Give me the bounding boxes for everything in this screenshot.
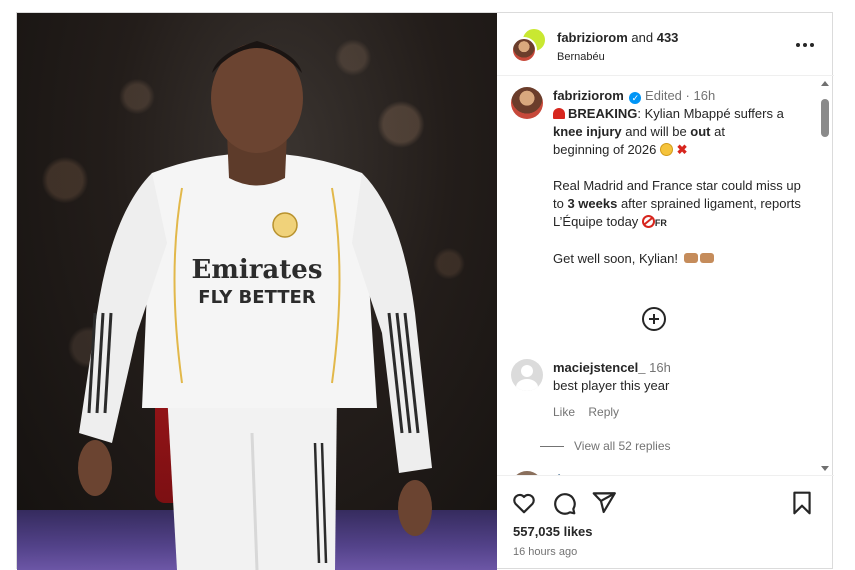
scroll-up-arrow-icon[interactable] bbox=[821, 81, 829, 86]
caption-time[interactable]: 16h bbox=[694, 88, 716, 103]
load-more-comments-plus-circle-icon[interactable] bbox=[642, 307, 666, 331]
caption-3-weeks: 3 weeks bbox=[567, 196, 618, 211]
comment-actions: Like Reply bbox=[553, 403, 803, 421]
caption-line1: : Kylian Mbappé suffers a bbox=[637, 106, 784, 121]
caption-separator: · bbox=[685, 88, 690, 103]
instagram-post: Emirates FLY BETTER fabriziorom and 433 … bbox=[16, 12, 834, 570]
scrollbar-thumb[interactable] bbox=[821, 99, 829, 137]
caption-breaking: BREAKING bbox=[568, 106, 638, 121]
comments-scrollbar[interactable] bbox=[820, 81, 830, 471]
avatar[interactable] bbox=[511, 359, 543, 391]
post-timestamp[interactable]: 16 hours ago bbox=[513, 546, 577, 558]
player-illustration: Emirates FLY BETTER bbox=[78, 41, 432, 570]
caption-text: BREAKING: Kylian Mbappé suffers a knee i… bbox=[553, 105, 811, 268]
fist-bump-icon bbox=[699, 253, 714, 263]
verified-badge-icon: ✓ bbox=[629, 92, 642, 104]
caption-username[interactable]: fabriziorom bbox=[553, 88, 624, 103]
comment-username[interactable]: maciejstencel_ bbox=[553, 360, 646, 375]
paper-plane-icon[interactable] bbox=[591, 490, 617, 516]
action-bar bbox=[511, 490, 816, 518]
comment-reply-button[interactable]: Reply bbox=[588, 405, 619, 419]
comment-body: maciejstencel_ 16h best player this year… bbox=[553, 359, 803, 421]
header-and: and bbox=[627, 30, 657, 45]
header-text: fabriziorom and 433 Bernabéu bbox=[557, 30, 678, 63]
caption-body: fabriziorom ✓ Edited · 16h BREAKING: Kyl… bbox=[553, 87, 811, 268]
header-location[interactable]: Bernabéu bbox=[557, 51, 678, 63]
header-username[interactable]: fabriziorom bbox=[557, 30, 628, 45]
cross-mark-icon: ✖ bbox=[676, 142, 688, 157]
comment-icon[interactable] bbox=[551, 490, 577, 516]
shirt-sponsor-line1: Emirates bbox=[192, 255, 323, 285]
more-options-icon[interactable] bbox=[796, 36, 816, 54]
fist-bump-icon bbox=[683, 253, 698, 263]
comment-like-button[interactable]: Like bbox=[553, 405, 575, 419]
heart-icon[interactable] bbox=[511, 490, 537, 516]
caption-edited: Edited bbox=[645, 88, 682, 103]
avatar-fabriziorom[interactable] bbox=[511, 37, 537, 63]
no-entry-icon bbox=[641, 215, 655, 228]
likes-count[interactable]: 557,035 likes bbox=[513, 524, 593, 539]
post-header: fabriziorom and 433 Bernabéu bbox=[497, 13, 834, 76]
shirt-sponsor-line2: FLY BETTER bbox=[198, 287, 316, 308]
caption-para3: Get well soon, Kylian! bbox=[553, 251, 682, 266]
post-sidebar: fabriziorom and 433 Bernabéu fabriziorom… bbox=[497, 13, 834, 570]
header-title: fabriziorom and 433 bbox=[557, 30, 678, 45]
view-replies-button[interactable]: View all 52 replies bbox=[540, 439, 740, 453]
caption-knee-injury: knee injury bbox=[553, 124, 622, 139]
caption-line2: and will be bbox=[621, 124, 691, 139]
comments-panel[interactable]: fabriziorom ✓ Edited · 16h BREAKING: Kyl… bbox=[497, 77, 834, 475]
avatar[interactable] bbox=[511, 87, 543, 119]
flag-fr-text: FR bbox=[654, 218, 667, 228]
comment-time[interactable]: 16h bbox=[649, 360, 671, 375]
bookmark-icon[interactable] bbox=[789, 490, 815, 516]
caption-line3: beginning of 2026 bbox=[553, 142, 660, 157]
caption-out: out bbox=[690, 124, 711, 139]
header-collaborator[interactable]: 433 bbox=[657, 30, 679, 45]
post-footer: 557,035 likes 16 hours ago bbox=[497, 475, 834, 570]
caption-line2-end: at bbox=[710, 124, 725, 139]
sad-face-icon bbox=[659, 143, 673, 156]
scroll-down-arrow-icon[interactable] bbox=[821, 466, 829, 471]
comment-text: best player this year bbox=[553, 378, 670, 393]
siren-icon bbox=[553, 108, 565, 119]
view-replies-label: View all 52 replies bbox=[574, 439, 671, 453]
collab-avatars[interactable] bbox=[511, 27, 547, 63]
post-photo[interactable]: Emirates FLY BETTER bbox=[17, 13, 497, 570]
